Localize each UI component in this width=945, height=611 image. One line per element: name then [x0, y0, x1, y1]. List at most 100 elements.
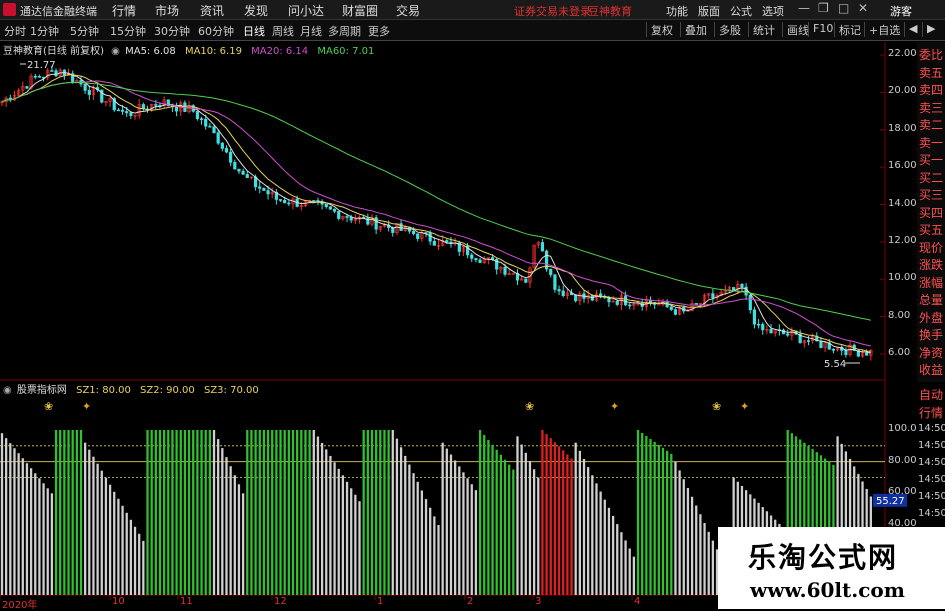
indicator-bar [653, 441, 656, 595]
candle-body [694, 303, 698, 305]
indicator-bar [283, 430, 286, 595]
quote-panel-item[interactable]: 外盘 [919, 309, 943, 326]
indicator-bar [113, 491, 116, 595]
indicator-bar [59, 430, 62, 595]
y-tick-label-main: 12.00 [888, 234, 917, 246]
quote-panel-item[interactable]: 总量 [919, 291, 943, 308]
indicator-bar [71, 430, 74, 595]
signal-flower-icon: ❀ [525, 400, 534, 413]
indicator-bar [537, 477, 540, 595]
indicator-bar [350, 488, 353, 595]
candle-body [332, 208, 337, 212]
tick-time: 14:50 [918, 474, 945, 485]
lower-panel-item[interactable]: 自动 [919, 386, 943, 403]
signal-flower-icon: ❀ [712, 400, 721, 413]
candle-body [416, 233, 420, 239]
indicator-bar [603, 499, 606, 595]
indicator-bar [707, 531, 710, 595]
indicator-bar [491, 444, 494, 595]
indicator-bar [133, 526, 137, 595]
indicator-bar [516, 436, 519, 595]
y-tick-label-main: 18.00 [888, 122, 917, 134]
indicator-bar [674, 461, 677, 595]
quote-panel-item[interactable]: 卖四 [919, 81, 943, 98]
indicator-bar [379, 430, 382, 595]
indicator-bar [520, 444, 523, 595]
candle-body [154, 104, 158, 106]
quote-panel-item[interactable]: 换手 [919, 326, 943, 343]
candle-body [278, 199, 283, 201]
tick-time: 14:50 [918, 423, 945, 434]
indicator-bar [250, 430, 253, 595]
candle-body [411, 230, 416, 234]
quote-panel-item[interactable]: 买一 [919, 151, 943, 168]
candle-body [474, 258, 478, 261]
indicator-bar [370, 430, 374, 595]
candle-body [220, 142, 224, 149]
indicator-bar [333, 462, 336, 595]
indicator-bar [271, 430, 274, 595]
indicator-bar [121, 505, 124, 595]
indicator-bar [100, 470, 103, 595]
quote-panel-item[interactable]: 卖二 [919, 116, 943, 133]
indicator-bar [17, 453, 20, 595]
indicator-bar [412, 473, 415, 595]
quote-panel-item[interactable]: 卖三 [919, 99, 943, 116]
candle-body [740, 283, 744, 288]
chart-canvas[interactable]: 21.77 5.54 55.27 ❀ ✦ ❀ ✦ ❀ ✦ [0, 0, 945, 609]
low-price-label: 5.54 [824, 359, 846, 370]
indicator-bar [508, 464, 511, 595]
quote-panel-item[interactable]: 买五 [919, 221, 943, 238]
x-axis-label: 2 [467, 596, 474, 607]
indicator-bar [499, 454, 503, 595]
indicator-bar [553, 442, 557, 595]
indicator-bar [453, 460, 457, 595]
indicator-bar [104, 477, 108, 595]
tick-time: 14:50 [918, 508, 945, 519]
y-tick-label-main: 14.00 [888, 197, 917, 209]
quote-panel-item[interactable]: 买三 [919, 186, 943, 203]
candle-body [503, 267, 507, 275]
quote-panel-item[interactable]: 涨跌 [919, 256, 943, 273]
tick-time: 14:50 [918, 491, 945, 502]
quote-panel-item[interactable]: 收益 [919, 361, 943, 378]
candle-body [87, 90, 91, 95]
indicator-bar [682, 479, 685, 595]
indicator-bar [258, 430, 261, 595]
candle-body [557, 289, 561, 292]
lower-panel-item[interactable]: 行情 [919, 404, 943, 421]
indicator-bar [221, 448, 224, 595]
tick-time: 14:50 [918, 457, 945, 468]
quote-panel-item[interactable]: 现价 [919, 239, 943, 256]
indicator-bar [545, 434, 548, 595]
candle-body [25, 86, 29, 89]
quote-panel-item[interactable]: 涨幅 [919, 274, 943, 291]
candle-body [628, 304, 632, 307]
indicator-bar [63, 430, 66, 595]
quote-panel-item[interactable]: 卖一 [919, 134, 943, 151]
candle-body [445, 240, 449, 243]
candle-body [83, 83, 87, 91]
candle-body [769, 329, 773, 334]
candle-body [54, 70, 58, 77]
indicator-bar [387, 430, 390, 595]
indicator-bar [557, 446, 561, 595]
candle-body [125, 111, 129, 114]
signal-person-icon: ✦ [82, 400, 91, 413]
indicator-bar [620, 532, 623, 595]
quote-panel-item[interactable]: 委比 [919, 46, 943, 63]
quote-panel-item[interactable]: 买二 [919, 169, 943, 186]
indicator-bar [449, 454, 453, 595]
indicator-bar [437, 525, 440, 595]
indicator-bar [42, 483, 45, 595]
indicator-bar [699, 514, 702, 595]
indicator-bar [466, 478, 469, 595]
quote-panel-item[interactable]: 净资 [919, 344, 943, 361]
candle-body [204, 118, 208, 127]
candle-body [199, 118, 204, 120]
quote-panel-item[interactable]: 卖五 [919, 64, 943, 81]
indicator-bar [578, 450, 581, 595]
candle-body [844, 350, 848, 355]
quote-panel-item[interactable]: 买四 [919, 204, 943, 221]
indicator-bar [204, 430, 207, 595]
